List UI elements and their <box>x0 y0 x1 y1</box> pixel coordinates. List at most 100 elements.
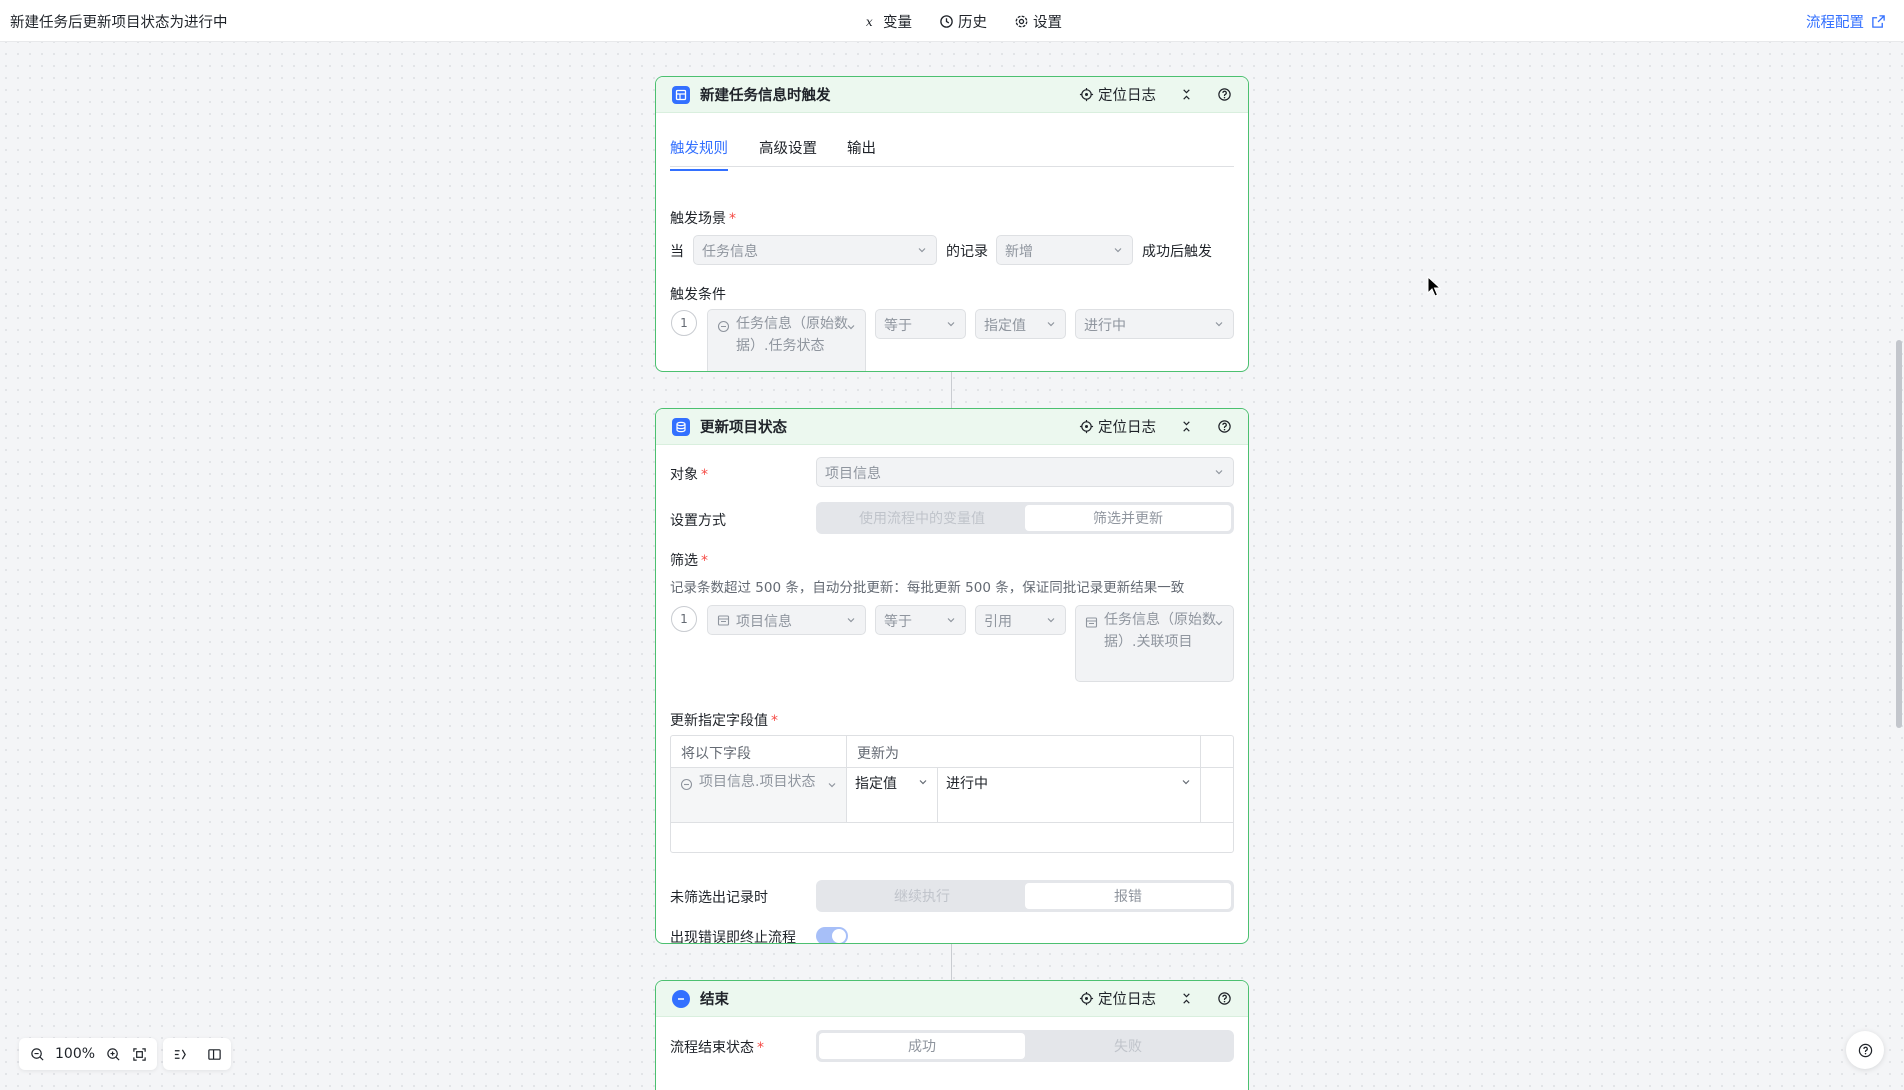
fit-view-icon[interactable] <box>131 1046 147 1062</box>
vertical-scrollbar[interactable] <box>1896 340 1902 728</box>
no-record-segmented-control: 继续执行 报错 <box>816 880 1234 912</box>
chevron-down-icon <box>1045 614 1057 626</box>
locate-log-button[interactable]: 定位日志 <box>1078 988 1156 1009</box>
settings-button[interactable]: 设置 <box>1013 11 1062 32</box>
table-field-icon <box>1085 614 1098 628</box>
top-actions: x 变量 历史 设置 <box>863 11 1062 32</box>
variables-label: 变量 <box>883 15 912 31</box>
trigger-node-title: 新建任务信息时触发 <box>700 88 831 104</box>
trigger-scene-label: 触发场景 * <box>670 211 736 227</box>
zoom-in-icon[interactable] <box>105 1046 121 1062</box>
locate-icon <box>1078 991 1094 1007</box>
locate-log-button[interactable]: 定位日志 <box>1078 416 1156 437</box>
mouse-cursor-icon <box>1427 275 1442 298</box>
help-icon[interactable] <box>1216 991 1232 1007</box>
filter-value-select[interactable]: 任务信息（原始数据）.关联项目 <box>1075 605 1234 682</box>
minimap-icon[interactable] <box>206 1046 222 1062</box>
locate-log-label: 定位日志 <box>1098 420 1156 436</box>
chevron-down-icon <box>917 776 929 788</box>
auto-layout-icon[interactable] <box>172 1046 188 1062</box>
tab-advanced-settings[interactable]: 高级设置 <box>759 137 817 158</box>
condition-operator-select[interactable]: 等于 <box>875 309 966 339</box>
trigger-event-select[interactable]: 新增 <box>996 235 1133 265</box>
help-icon[interactable] <box>1216 419 1232 435</box>
top-bar: 新建任务后更新项目状态为进行中 x 变量 历史 设置 流程配置 <box>0 0 1904 42</box>
table-trigger-icon <box>672 85 690 104</box>
chevron-down-icon <box>845 318 857 330</box>
method-segmented-control: 使用流程中的变量值 筛选并更新 <box>816 502 1234 534</box>
filter-label: 筛选 * <box>670 553 708 569</box>
row-actions-cell <box>1201 768 1233 823</box>
method-option-use-variable[interactable]: 使用流程中的变量值 <box>819 505 1025 531</box>
update-node-card[interactable]: 更新项目状态 定位日志 对象 * 项目信息 设置方式 使用流程中的变量值 筛选并更… <box>655 408 1249 944</box>
condition-type-select[interactable]: 指定值 <box>975 309 1066 339</box>
variables-button[interactable]: x 变量 <box>863 11 912 32</box>
update-node-title: 更新项目状态 <box>700 420 787 436</box>
no-record-option-continue[interactable]: 继续执行 <box>819 883 1025 909</box>
object-label: 对象 * <box>670 467 708 483</box>
filter-field-select[interactable]: 项目信息 <box>707 605 866 635</box>
help-button[interactable] <box>1846 1031 1884 1069</box>
condition-field-select[interactable]: 任务信息（原始数据）.任务状态 <box>707 309 866 371</box>
table-field-icon <box>717 614 730 627</box>
zoom-level: 100% <box>55 1046 96 1062</box>
filter-operator-select[interactable]: 等于 <box>875 605 966 635</box>
zoom-out-icon[interactable] <box>29 1046 45 1062</box>
variable-icon: x <box>863 14 879 30</box>
settings-label: 设置 <box>1033 15 1062 31</box>
end-icon <box>672 989 690 1008</box>
external-link-icon <box>1870 14 1886 30</box>
trigger-tabs: 触发规则 高级设置 输出 <box>670 125 1234 171</box>
history-button[interactable]: 历史 <box>938 11 987 32</box>
status-field-icon <box>717 318 730 333</box>
end-status-segmented-control: 成功 失败 <box>816 1030 1234 1062</box>
database-update-icon <box>672 417 690 436</box>
row-value-select[interactable]: 进行中 <box>938 768 1200 798</box>
flow-title: 新建任务后更新项目状态为进行中 <box>10 15 228 31</box>
end-status-option-success[interactable]: 成功 <box>819 1033 1025 1059</box>
table-row: 项目信息.项目状态 <box>671 768 847 823</box>
collapse-icon[interactable] <box>1178 419 1194 435</box>
connector-line <box>951 944 952 980</box>
zoom-controls: 100% <box>19 1038 158 1070</box>
method-label: 设置方式 <box>670 513 726 529</box>
locate-log-label: 定位日志 <box>1098 88 1156 104</box>
gear-icon <box>1013 14 1029 30</box>
condition-value-select[interactable]: 进行中 <box>1075 309 1234 339</box>
locate-log-button[interactable]: 定位日志 <box>1078 84 1156 105</box>
svg-text:x: x <box>865 15 872 29</box>
chevron-down-icon <box>1180 776 1192 788</box>
end-status-option-failure[interactable]: 失败 <box>1025 1033 1231 1059</box>
chevron-down-icon <box>1213 614 1225 626</box>
after-success-label: 成功后触发 <box>1142 244 1212 260</box>
of-record-label: 的记录 <box>946 244 988 260</box>
trigger-table-select[interactable]: 任务信息 <box>693 235 937 265</box>
help-icon[interactable] <box>1216 87 1232 103</box>
trigger-node-card[interactable]: 新建任务信息时触发 定位日志 触发规则 高级设置 输出 触发场景 * 当 任务信息… <box>655 76 1249 372</box>
tab-trigger-rules[interactable]: 触发规则 <box>670 137 728 171</box>
filter-type-select[interactable]: 引用 <box>975 605 1066 635</box>
trigger-node-header: 新建任务信息时触发 定位日志 <box>656 77 1248 113</box>
chevron-down-icon <box>1213 466 1225 478</box>
flow-config-link[interactable]: 流程配置 <box>1806 11 1886 32</box>
tab-output[interactable]: 输出 <box>847 137 876 158</box>
method-option-filter-update[interactable]: 筛选并更新 <box>1025 505 1231 531</box>
end-node-card[interactable]: 结束 定位日志 流程结束状态 * 成功 失败 <box>655 980 1249 1090</box>
help-icon <box>1857 1042 1873 1058</box>
chevron-down-icon <box>845 614 857 626</box>
row-type-select[interactable]: 指定值 <box>847 768 937 798</box>
trigger-condition-label: 触发条件 <box>670 287 726 303</box>
stop-on-error-toggle[interactable] <box>816 927 848 943</box>
when-label: 当 <box>670 244 684 260</box>
row-field-select[interactable]: 项目信息.项目状态 <box>671 768 846 822</box>
column-header-actions <box>1201 736 1233 768</box>
collapse-icon[interactable] <box>1178 991 1194 1007</box>
collapse-icon[interactable] <box>1178 87 1194 103</box>
object-select[interactable]: 项目信息 <box>816 457 1234 487</box>
flow-config-label: 流程配置 <box>1806 15 1864 31</box>
status-field-icon <box>680 776 693 791</box>
connector-line <box>951 372 952 408</box>
end-node-header: 结束 定位日志 <box>656 981 1248 1017</box>
no-record-option-error[interactable]: 报错 <box>1025 883 1231 909</box>
column-header-field: 将以下字段 <box>671 736 847 768</box>
